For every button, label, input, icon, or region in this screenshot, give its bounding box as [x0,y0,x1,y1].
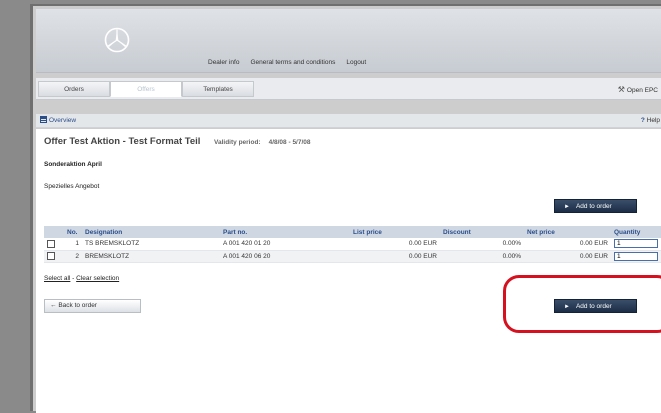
col-checkbox [44,226,64,238]
quantity-input[interactable] [614,251,658,261]
row-part-no: A 001 420 06 20 [220,250,350,263]
row-list-price: 0.00 EUR [350,250,440,263]
row-net-price: 0.00 EUR [524,250,611,263]
help-label: Help [646,117,660,124]
row-list-price: 0.00 EUR [350,238,440,251]
row-part-no: A 001 420 01 20 [220,238,350,251]
table-row: 1 TS BREMSKLOTZ A 001 420 01 20 0.00 EUR… [44,238,661,251]
row-designation: BREMSKLOTZ [82,250,220,263]
row-checkbox[interactable] [47,239,55,248]
nav-terms[interactable]: General terms and conditions [250,59,335,66]
col-discount: Discount [440,226,524,238]
clear-selection-link[interactable]: Clear selection [76,275,119,282]
col-list-price: List price [350,226,440,238]
validity-label: Validity period: [214,139,261,146]
tab-bar: Orders Offers Templates ⚒ Open EPC [36,78,661,100]
validity-value: 4/8/08 - 5/7/08 [268,139,311,146]
add-to-order-button-top[interactable]: ► Add to order [554,199,637,213]
col-designation: Designation [82,226,220,238]
open-epc-link[interactable]: ⚒ Open EPC [618,85,658,94]
row-designation: TS BREMSKLOTZ [82,238,220,251]
main-content: Offer Test Aktion - Test Format Teil Val… [36,129,661,413]
add-to-order-label: Add to order [575,203,612,210]
overview-link[interactable]: Overview [40,114,76,128]
quantity-input[interactable] [614,239,658,249]
row-checkbox[interactable] [47,252,55,260]
mercedes-star-icon [104,27,130,53]
page-title: Offer Test Aktion - Test Format Teil [44,136,201,147]
offer-subtitle: Sonderaktion April [44,161,102,168]
row-net-price: 0.00 EUR [524,238,611,251]
col-no: No. [64,226,82,238]
row-no: 2 [64,250,82,263]
offer-description: Spezielles Angebot [44,183,100,190]
col-part-no: Part no. [220,226,350,238]
select-all-link[interactable]: Select all [44,275,70,282]
parts-table: No. Designation Part no. List price Disc… [44,226,661,263]
help-link[interactable]: ? Help [641,114,660,128]
row-discount: 0.00% [440,250,524,263]
tab-templates[interactable]: Templates [182,81,254,97]
selection-links: Select all - Clear selection [44,275,119,282]
row-discount: 0.00% [440,238,524,251]
top-nav: Dealer info General terms and conditions… [208,59,366,66]
wrench-icon: ⚒ [617,85,625,94]
overview-label: Overview [49,117,77,124]
col-quantity: Quantity [611,226,661,238]
help-icon: ? [640,117,645,124]
breadcrumb: Overview ? Help [36,114,661,128]
nav-dealer-info[interactable]: Dealer info [208,59,239,66]
highlight-annotation [503,275,661,333]
back-to-order-button[interactable]: ← Back to order [44,299,141,313]
overview-icon [40,116,47,123]
validity-period: Validity period: 4/8/08 - 5/7/08 [214,139,311,146]
col-net-price: Net price [524,226,611,238]
table-row: 2 BREMSKLOTZ A 001 420 06 20 0.00 EUR 0.… [44,250,661,263]
tab-offers[interactable]: Offers [110,81,182,97]
arrow-left-icon: ← [50,302,57,309]
tab-orders[interactable]: Orders [38,81,110,97]
back-to-order-label: Back to order [58,302,97,309]
nav-logout[interactable]: Logout [346,59,366,66]
app-window: Dealer info General terms and conditions… [30,4,661,413]
open-epc-label: Open EPC [626,87,658,94]
header: Dealer info General terms and conditions… [36,9,661,73]
arrow-right-icon: ► [564,204,570,210]
row-no: 1 [64,238,82,251]
